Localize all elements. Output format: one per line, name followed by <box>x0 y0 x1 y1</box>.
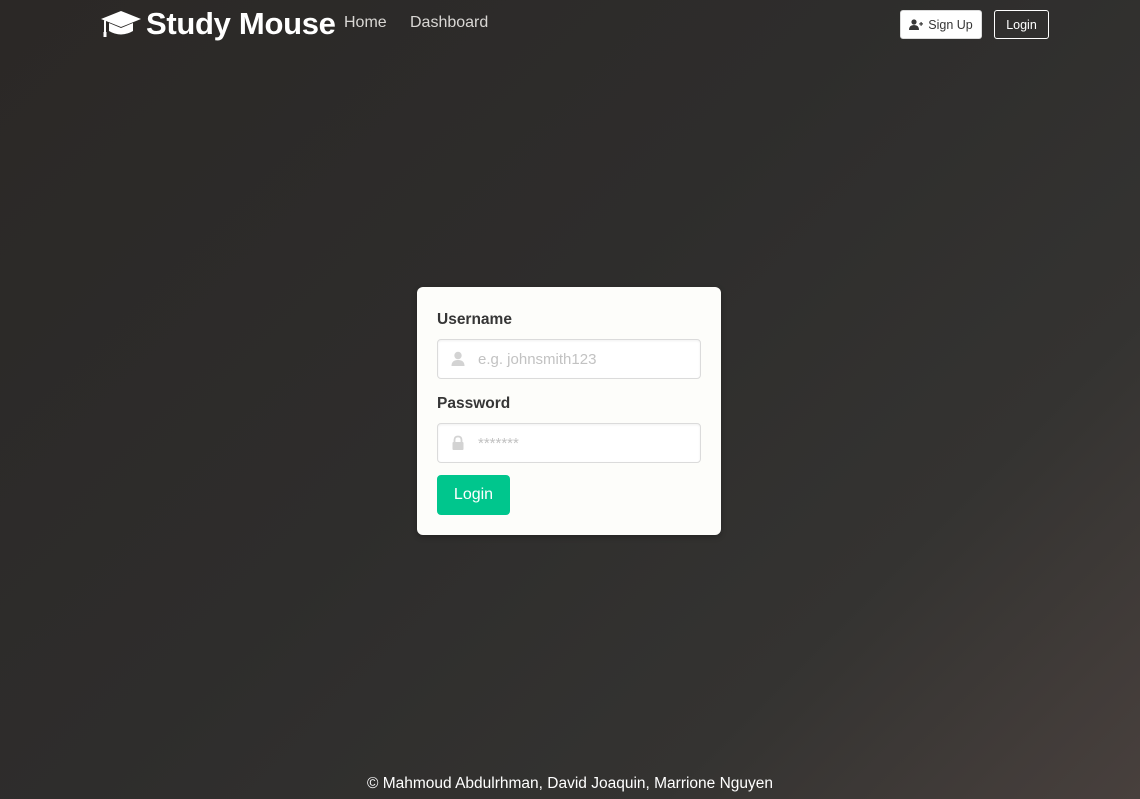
footer: © Mahmoud Abdulrhman, David Joaquin, Mar… <box>0 775 1140 793</box>
sign-up-label: Sign Up <box>928 17 973 32</box>
password-field[interactable] <box>437 423 701 463</box>
login-card: Username Password Login <box>417 287 721 535</box>
sign-up-button[interactable]: Sign Up <box>900 10 982 39</box>
user-plus-icon <box>909 19 924 30</box>
brand-link[interactable]: Study Mouse <box>100 4 336 44</box>
footer-copyright: © Mahmoud Abdulrhman, David Joaquin, Mar… <box>366 775 774 792</box>
username-field[interactable] <box>437 339 701 379</box>
login-submit-button[interactable]: Login <box>437 475 510 515</box>
graduation-cap-icon <box>100 7 142 41</box>
username-input[interactable] <box>478 340 698 378</box>
nav-dashboard-link[interactable]: Dashboard <box>410 14 488 32</box>
brand-title: Study Mouse <box>146 6 336 41</box>
navbar: Study Mouse Home Dashboard Sign Up Login <box>0 0 1140 50</box>
password-input[interactable] <box>478 424 698 462</box>
nav-login-button[interactable]: Login <box>994 10 1049 39</box>
username-label: Username <box>437 311 512 328</box>
lock-icon <box>451 435 465 451</box>
user-icon <box>451 351 465 367</box>
nav-home-link[interactable]: Home <box>344 14 387 32</box>
password-label: Password <box>437 395 511 412</box>
